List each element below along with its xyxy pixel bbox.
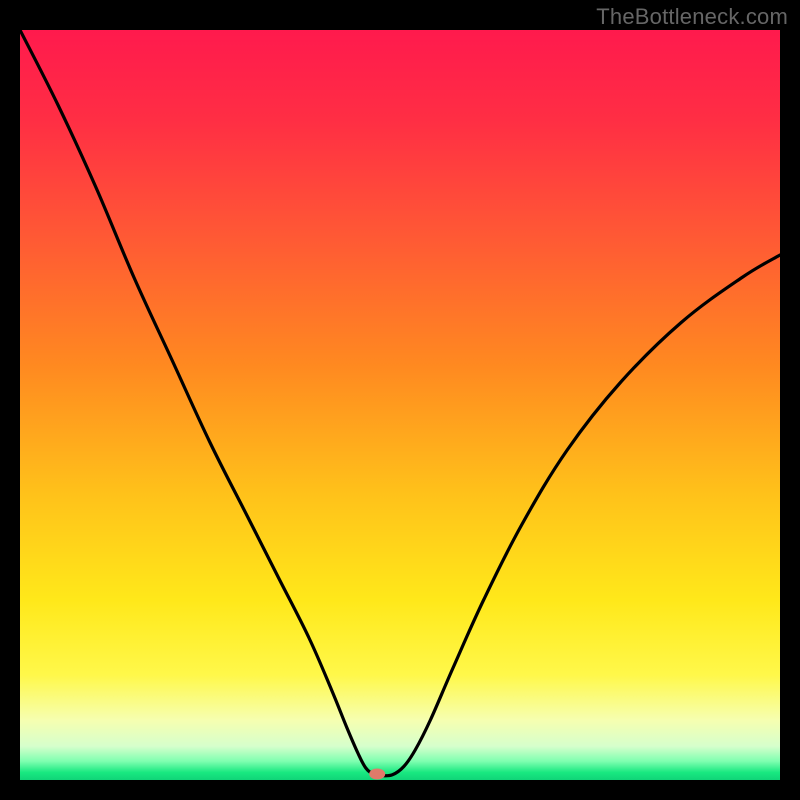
chart-frame: TheBottleneck.com [0, 0, 800, 800]
plot-area [20, 30, 780, 780]
gradient-background [20, 30, 780, 780]
watermark-text: TheBottleneck.com [596, 4, 788, 30]
chart-svg [20, 30, 780, 780]
optimum-marker [369, 769, 385, 780]
